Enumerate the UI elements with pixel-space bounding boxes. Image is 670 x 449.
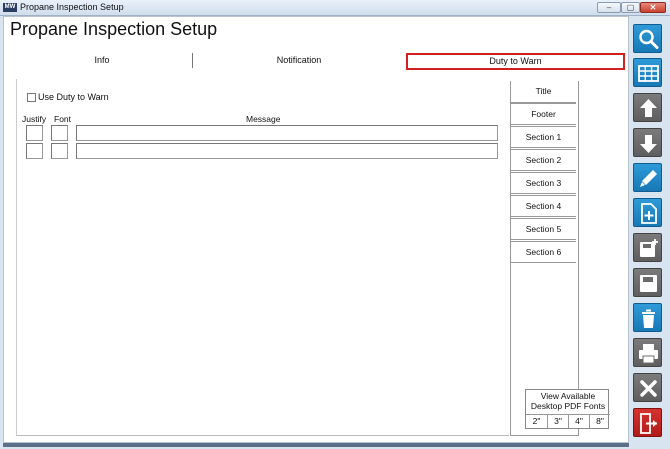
grid-icon bbox=[638, 65, 659, 82]
delete-button[interactable] bbox=[633, 303, 662, 332]
search-icon bbox=[639, 29, 659, 49]
section-button-5[interactable]: Section 5 bbox=[511, 218, 576, 240]
arrow-down-icon bbox=[640, 135, 657, 153]
app-icon: MW bbox=[3, 3, 17, 12]
pdf-fonts-box: View Available Desktop PDF Fonts 2" 3" 4… bbox=[525, 389, 610, 429]
cancel-button[interactable] bbox=[633, 373, 662, 402]
exit-button[interactable] bbox=[633, 408, 662, 437]
print-button[interactable] bbox=[633, 338, 662, 367]
font-field[interactable] bbox=[51, 125, 68, 141]
main-panel: Propane Inspection Setup Info Notificati… bbox=[3, 16, 629, 443]
font-size-button-2[interactable]: 2" bbox=[526, 414, 547, 428]
font-column-header: Font bbox=[54, 114, 72, 124]
minimize-button[interactable]: – bbox=[597, 2, 621, 13]
pdf-fonts-label-line2: Desktop PDF Fonts bbox=[530, 401, 606, 411]
page-title: Propane Inspection Setup bbox=[10, 19, 218, 39]
save-icon bbox=[640, 275, 657, 292]
tab-notification[interactable]: Notification bbox=[192, 53, 406, 68]
print-icon bbox=[639, 344, 658, 364]
use-duty-to-warn-label: Use Duty to Warn bbox=[38, 92, 109, 102]
message-field[interactable] bbox=[76, 143, 498, 159]
font-field[interactable] bbox=[51, 143, 68, 159]
search-button[interactable] bbox=[633, 24, 662, 53]
font-size-button-4[interactable]: 4" bbox=[568, 414, 589, 428]
view-pdf-fonts-button[interactable]: View Available Desktop PDF Fonts bbox=[526, 391, 610, 411]
move-down-button[interactable] bbox=[633, 128, 662, 157]
section-button-3[interactable]: Section 3 bbox=[511, 172, 576, 194]
arrow-up-icon bbox=[640, 99, 657, 117]
close-window-button[interactable]: ✕ bbox=[640, 2, 666, 13]
tab-info[interactable]: Info bbox=[12, 53, 193, 68]
status-strip bbox=[3, 443, 629, 447]
grid-view-button[interactable] bbox=[633, 58, 662, 87]
section-button-4[interactable]: Section 4 bbox=[511, 195, 576, 217]
section-button-2[interactable]: Section 2 bbox=[511, 149, 576, 171]
save-as-button[interactable] bbox=[633, 233, 662, 262]
justify-column-header: Justify bbox=[22, 114, 47, 124]
justify-field[interactable] bbox=[26, 125, 43, 141]
new-record-button[interactable] bbox=[633, 198, 662, 227]
section-button-6[interactable]: Section 6 bbox=[511, 241, 576, 263]
maximize-button[interactable]: ▢ bbox=[621, 2, 640, 13]
edit-button[interactable] bbox=[633, 163, 662, 192]
justify-field[interactable] bbox=[26, 143, 43, 159]
trash-icon bbox=[642, 309, 655, 328]
move-up-button[interactable] bbox=[633, 93, 662, 122]
font-size-button-8[interactable]: 8" bbox=[589, 414, 610, 428]
font-size-button-3[interactable]: 3" bbox=[547, 414, 568, 428]
use-duty-to-warn-checkbox[interactable] bbox=[27, 93, 36, 102]
save-button[interactable] bbox=[633, 268, 662, 297]
section-button-1[interactable]: Section 1 bbox=[511, 126, 576, 148]
exit-icon bbox=[640, 413, 657, 434]
section-button-footer[interactable]: Footer bbox=[511, 103, 576, 125]
new-document-icon bbox=[641, 203, 657, 224]
window-title-bar: MW Propane Inspection Setup – ▢ ✕ bbox=[0, 0, 670, 16]
message-field[interactable] bbox=[76, 125, 498, 141]
message-column-header: Message bbox=[246, 114, 281, 124]
pdf-fonts-label-line1: View Available bbox=[540, 391, 596, 401]
section-button-title[interactable]: Title bbox=[511, 81, 576, 103]
window-title: Propane Inspection Setup bbox=[20, 2, 124, 12]
pencil-icon bbox=[640, 170, 657, 187]
close-icon bbox=[640, 380, 657, 397]
tab-duty-to-warn[interactable]: Duty to Warn bbox=[406, 53, 625, 70]
save-as-icon bbox=[640, 239, 658, 257]
